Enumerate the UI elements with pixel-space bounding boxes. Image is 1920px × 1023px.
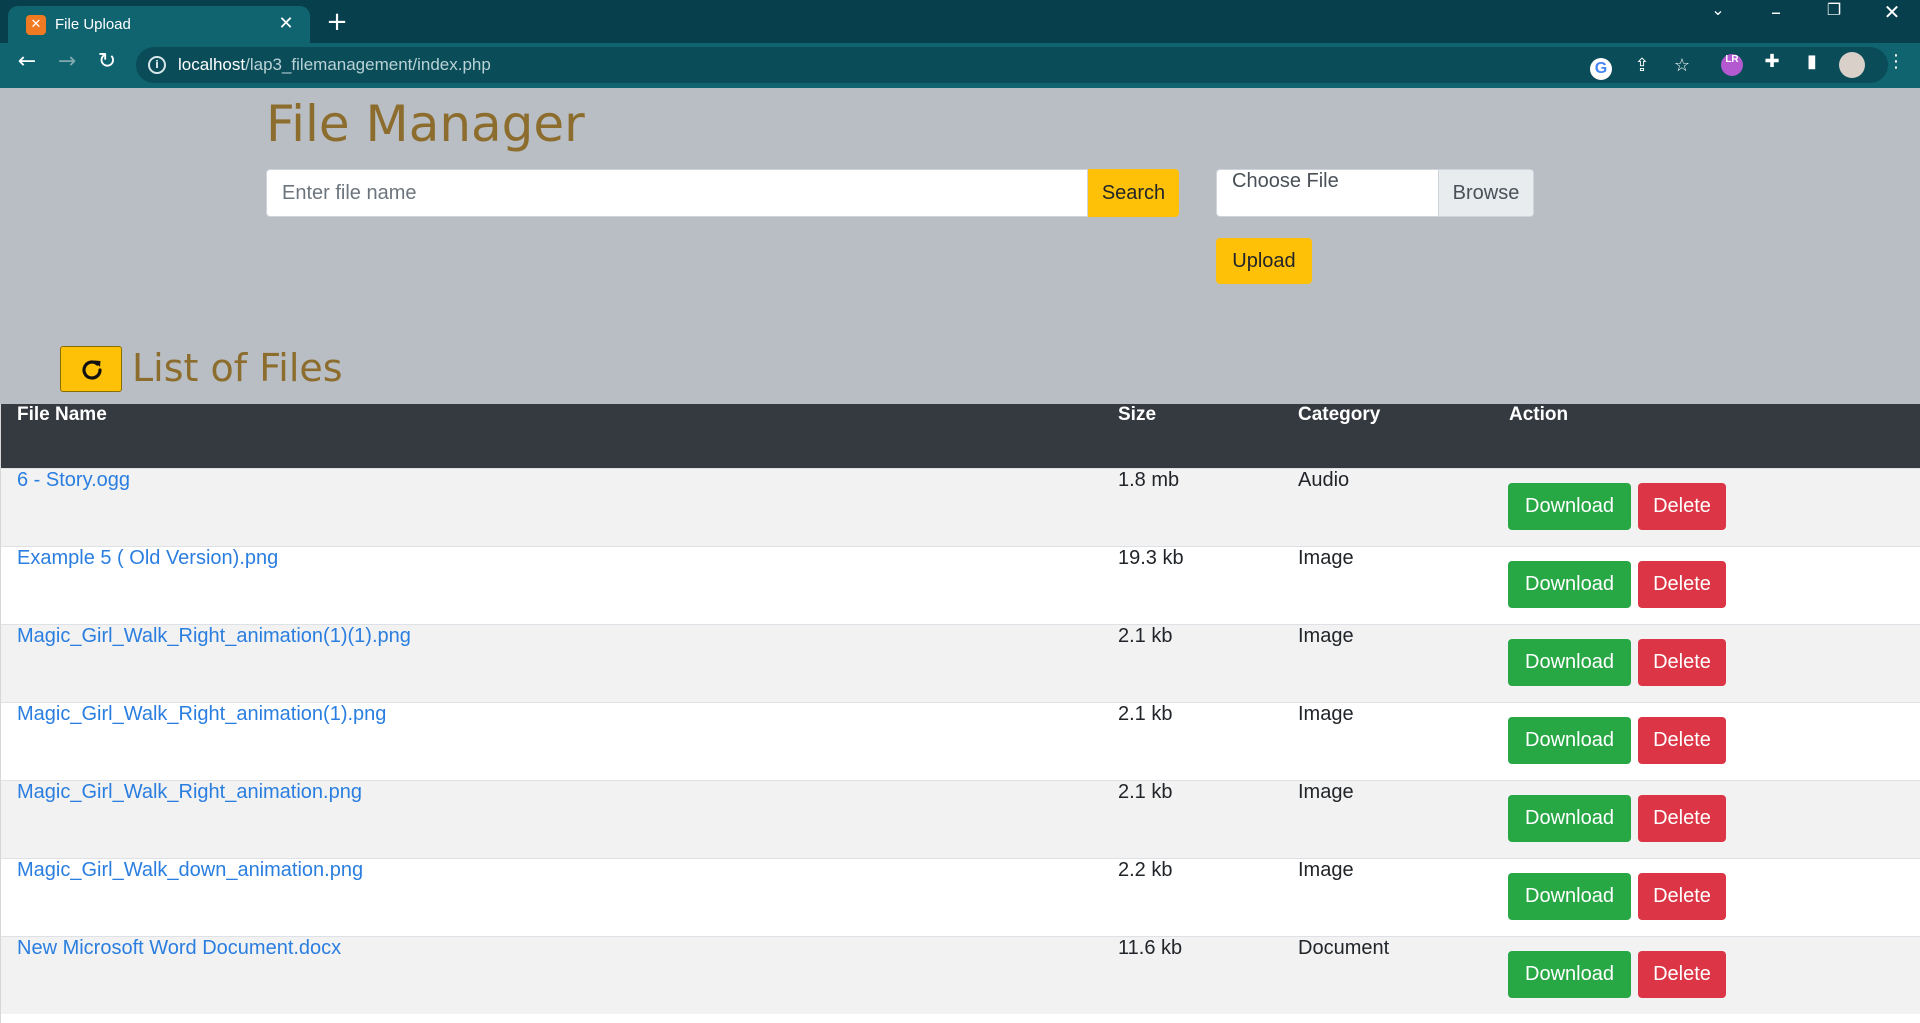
table-row: Magic_Girl_Walk_Right_animation.png 2.1 … bbox=[1, 780, 1920, 858]
header-file-name: File Name bbox=[17, 404, 107, 425]
table-row: 6 - Story.ogg 1.8 mb Audio Download Dele… bbox=[1, 468, 1920, 546]
browser-toolbar: ← → ↻ i localhost/lap3_filemanagement/in… bbox=[0, 43, 1920, 88]
file-name-link[interactable]: Magic_Girl_Walk_Right_animation(1)(1).pn… bbox=[17, 625, 411, 648]
refresh-button[interactable] bbox=[60, 346, 122, 392]
browser-titlebar: ✕ File Upload ✕ + ⌄ – ❐ ✕ bbox=[0, 0, 1920, 43]
extension-lr-icon[interactable]: LR bbox=[1721, 54, 1743, 76]
search-input[interactable] bbox=[267, 170, 1087, 216]
file-size: 2.1 kb bbox=[1118, 625, 1173, 647]
minimize-button[interactable]: – bbox=[1748, 0, 1804, 40]
file-size: 19.3 kb bbox=[1118, 547, 1184, 569]
download-button[interactable]: Download bbox=[1508, 795, 1631, 842]
url-host: localhost bbox=[178, 55, 246, 74]
share-icon[interactable]: ⇪ bbox=[1628, 55, 1656, 83]
table-row: Magic_Girl_Walk_Right_animation(1)(1).pn… bbox=[1, 624, 1920, 702]
site-info-icon[interactable]: i bbox=[148, 56, 166, 74]
file-name-link[interactable]: Magic_Girl_Walk_Right_animation(1).png bbox=[17, 703, 386, 726]
upload-button[interactable]: Upload bbox=[1216, 238, 1312, 284]
search-button[interactable]: Search bbox=[1088, 169, 1179, 217]
header-category: Category bbox=[1298, 404, 1381, 425]
download-button[interactable]: Download bbox=[1508, 717, 1631, 764]
google-icon[interactable]: G bbox=[1590, 58, 1612, 80]
table-row: Example 5 ( Old Version).png 19.3 kb Ima… bbox=[1, 546, 1920, 624]
extensions-puzzle-icon[interactable]: ✚ bbox=[1758, 51, 1786, 79]
file-chooser[interactable]: Choose File Browse bbox=[1216, 169, 1534, 217]
url-text[interactable]: localhost/lap3_filemanagement/index.php bbox=[178, 55, 491, 75]
table-row: New Microsoft Word Document.docx 11.6 kb… bbox=[1, 936, 1920, 1014]
file-chooser-label: Choose File bbox=[1232, 170, 1339, 192]
menu-kebab-icon[interactable]: ⋮ bbox=[1882, 51, 1910, 79]
restore-button[interactable]: ❐ bbox=[1806, 0, 1862, 40]
list-title: List of Files bbox=[132, 346, 343, 390]
file-size: 2.2 kb bbox=[1118, 859, 1173, 881]
delete-button[interactable]: Delete bbox=[1638, 483, 1726, 530]
file-category: Image bbox=[1298, 547, 1354, 569]
browser-tab[interactable]: ✕ File Upload ✕ bbox=[8, 6, 310, 43]
file-name-link[interactable]: 6 - Story.ogg bbox=[17, 469, 130, 492]
tab-search-icon[interactable]: ⌄ bbox=[1690, 0, 1746, 40]
file-category: Image bbox=[1298, 859, 1354, 881]
delete-button[interactable]: Delete bbox=[1638, 561, 1726, 608]
refresh-icon bbox=[82, 360, 102, 380]
delete-button[interactable]: Delete bbox=[1638, 795, 1726, 842]
file-category: Image bbox=[1298, 781, 1354, 803]
table-row: Magic_Girl_Walk_down_animation.png 2.2 k… bbox=[1, 858, 1920, 936]
forward-button[interactable]: → bbox=[50, 49, 84, 83]
file-size: 1.8 mb bbox=[1118, 469, 1180, 491]
file-name-link[interactable]: Magic_Girl_Walk_Right_animation.png bbox=[17, 781, 362, 804]
file-name-link[interactable]: New Microsoft Word Document.docx bbox=[17, 937, 341, 960]
files-table: File Name Size Category Action 6 - Story… bbox=[0, 404, 1920, 1023]
search-field[interactable] bbox=[266, 169, 1088, 217]
side-panel-icon[interactable]: ▮ bbox=[1798, 51, 1826, 79]
file-size: 2.1 kb bbox=[1118, 781, 1173, 803]
delete-button[interactable]: Delete bbox=[1638, 717, 1726, 764]
file-category: Audio bbox=[1298, 469, 1350, 491]
file-size: 11.6 kb bbox=[1118, 937, 1183, 959]
file-size: 2.1 kb bbox=[1118, 703, 1173, 725]
url-path: /lap3_filemanagement/index.php bbox=[245, 55, 491, 74]
browse-button[interactable]: Browse bbox=[1438, 170, 1533, 216]
reload-button[interactable]: ↻ bbox=[90, 49, 124, 83]
download-button[interactable]: Download bbox=[1508, 873, 1631, 920]
download-button[interactable]: Download bbox=[1508, 561, 1631, 608]
close-tab-icon[interactable]: ✕ bbox=[274, 12, 298, 36]
file-name-link[interactable]: Magic_Girl_Walk_down_animation.png bbox=[17, 859, 363, 882]
address-bar[interactable]: i localhost/lap3_filemanagement/index.ph… bbox=[136, 47, 1888, 83]
file-category: Image bbox=[1298, 703, 1354, 725]
xampp-favicon-icon: ✕ bbox=[26, 15, 46, 35]
header-size: Size bbox=[1118, 404, 1157, 425]
back-button[interactable]: ← bbox=[10, 49, 44, 83]
new-tab-button[interactable]: + bbox=[322, 7, 352, 37]
tab-title: File Upload bbox=[55, 16, 131, 33]
delete-button[interactable]: Delete bbox=[1638, 873, 1726, 920]
delete-button[interactable]: Delete bbox=[1638, 951, 1726, 998]
bookmark-star-icon[interactable]: ☆ bbox=[1668, 55, 1696, 83]
page-title: File Manager bbox=[266, 95, 585, 153]
file-category: Document bbox=[1298, 937, 1390, 959]
download-button[interactable]: Download bbox=[1508, 483, 1631, 530]
table-header: File Name Size Category Action bbox=[1, 404, 1920, 468]
table-row: Magic_Girl_Walk_Right_animation(1).png 2… bbox=[1, 702, 1920, 780]
download-button[interactable]: Download bbox=[1508, 639, 1631, 686]
file-category: Image bbox=[1298, 625, 1354, 647]
profile-avatar-icon[interactable] bbox=[1839, 52, 1865, 78]
download-button[interactable]: Download bbox=[1508, 951, 1631, 998]
delete-button[interactable]: Delete bbox=[1638, 639, 1726, 686]
file-name-link[interactable]: Example 5 ( Old Version).png bbox=[17, 547, 278, 570]
header-action: Action bbox=[1509, 404, 1569, 425]
close-window-button[interactable]: ✕ bbox=[1864, 0, 1920, 40]
page-content: File Manager Search Choose File Browse U… bbox=[0, 88, 1920, 1023]
